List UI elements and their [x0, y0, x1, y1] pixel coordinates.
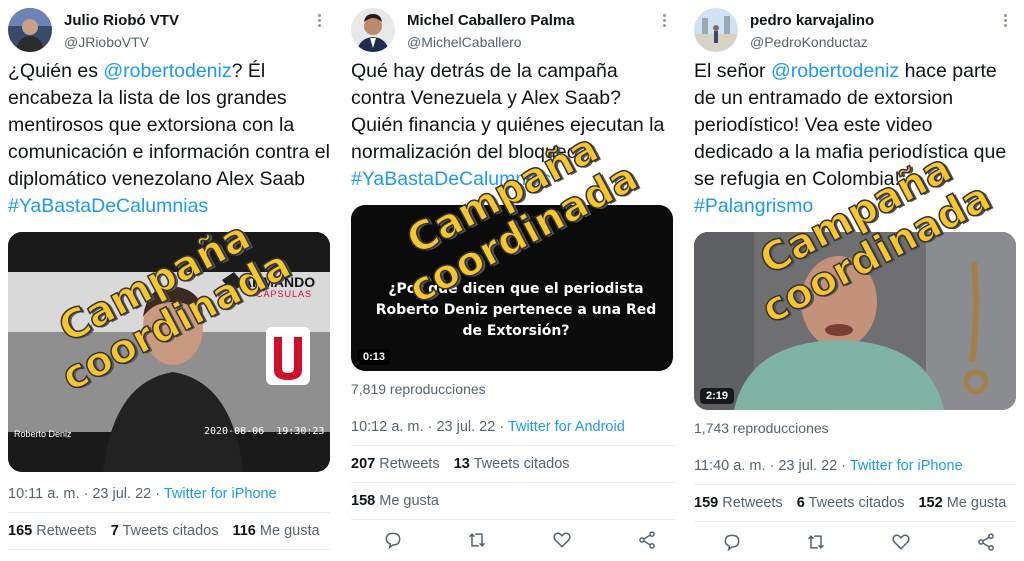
hashtag-link[interactable]: #YaBastaDeCalumnias — [351, 168, 551, 190]
tweet-card-2[interactable]: Michel Caballero Palma @MichelCaballero … — [343, 0, 683, 561]
author-handle[interactable]: @MichelCaballero — [407, 34, 522, 50]
panel-separator — [339, 0, 342, 561]
divider — [694, 484, 1016, 485]
retweet-count[interactable]: 165 — [8, 523, 32, 539]
video-caption-name: Roberto Deniz — [14, 429, 72, 439]
tweet-time[interactable]: 10:11 a. m. — [8, 486, 79, 502]
action-bar — [351, 530, 675, 554]
video-caption: ¿Por qué dicen que el periodista Roberto… — [375, 281, 657, 339]
tweet-header: pedro karvajalino @PedroKonductaz — [694, 8, 1016, 56]
retweet-count[interactable]: 207 — [351, 456, 375, 472]
action-bar — [694, 532, 1016, 556]
share-icon[interactable] — [976, 532, 996, 552]
hashtag-link[interactable]: #Palangrismo — [694, 195, 813, 217]
divider — [351, 519, 675, 520]
like-count[interactable]: 152 — [918, 495, 942, 511]
tweet-date[interactable]: 23 jul. 22 — [778, 458, 837, 474]
video-brand-sub: CÁPSULAS — [256, 289, 313, 299]
retweet-icon[interactable] — [467, 530, 487, 550]
tweet-text-part: ¿Quién es — [8, 60, 104, 82]
like-icon[interactable] — [552, 530, 572, 550]
tweet-date[interactable]: 23 jul. 22 — [436, 419, 495, 435]
more-options-icon[interactable] — [657, 12, 671, 30]
tweet-text: Qué hay detrás de la campaña contra Vene… — [351, 58, 675, 193]
divider — [694, 521, 1016, 522]
video-timestamp: 2020-08-06 19:30:23 — [204, 426, 325, 437]
like-label[interactable]: Me gusta — [947, 495, 1007, 511]
tweet-meta: 10:11 a. m. · 23 jul. 22 · Twitter for i… — [8, 486, 277, 502]
mention-link[interactable]: @robertodeniz — [771, 60, 899, 82]
author-name[interactable]: Michel Caballero Palma — [407, 12, 575, 29]
reply-icon[interactable] — [383, 530, 403, 550]
like-icon[interactable] — [891, 532, 911, 552]
quote-label[interactable]: Tweets citados — [123, 523, 219, 539]
tweet-time[interactable]: 11:40 a. m. — [694, 458, 765, 474]
divider — [8, 512, 330, 513]
tweet-card-3[interactable]: pedro karvajalino @PedroKonductaz El señ… — [686, 0, 1024, 561]
retweet-label[interactable]: Retweets — [36, 523, 96, 539]
tweet-stats-reposts: 207 Retweets 13 Tweets citados — [351, 456, 570, 472]
tweet-text: ¿Quién es @robertodeniz? Él encabeza la … — [8, 58, 330, 220]
tweet-meta: 11:40 a. m. · 23 jul. 22 · Twitter for i… — [694, 458, 963, 474]
like-label[interactable]: Me gusta — [379, 493, 439, 509]
video-player[interactable]: ¿Por qué dicen que el periodista Roberto… — [351, 205, 673, 371]
tweet-time[interactable]: 10:12 a. m. — [351, 419, 424, 435]
video-brand: ARMANDO — [242, 274, 316, 290]
tweet-source-link[interactable]: Twitter for Android — [508, 419, 625, 435]
avatar[interactable] — [694, 8, 738, 52]
tweet-header: Michel Caballero Palma @MichelCaballero — [351, 8, 675, 56]
avatar[interactable] — [8, 8, 52, 52]
tweet-text-part: El señor — [694, 60, 771, 82]
tweet-source-link[interactable]: Twitter for iPhone — [850, 458, 963, 474]
tweet-meta: 10:12 a. m. · 23 jul. 22 · Twitter for A… — [351, 419, 625, 435]
tweet-header: Julio Riobó VTV @JRioboVTV — [8, 8, 330, 56]
tweet-text: El señor @robertodeniz hace parte de un … — [694, 58, 1016, 220]
view-count: 7,819 reproducciones — [351, 381, 486, 397]
divider — [351, 482, 675, 483]
video-duration: 0:13 — [357, 349, 392, 365]
hashtag-link[interactable]: #YaBastaDeCalumnias — [8, 195, 208, 217]
video-player[interactable]: ARMANDO CÁPSULAS Roberto Deniz 2020-08-0… — [8, 232, 330, 472]
view-count: 1,743 reproducciones — [694, 420, 829, 436]
avatar[interactable] — [351, 8, 395, 52]
quote-label[interactable]: Tweets citados — [809, 495, 905, 511]
quote-count[interactable]: 7 — [111, 523, 119, 539]
quote-label[interactable]: Tweets citados — [474, 456, 570, 472]
more-options-icon[interactable] — [312, 12, 326, 30]
tweet-card-1[interactable]: Julio Riobó VTV @JRioboVTV ¿Quién es @ro… — [0, 0, 338, 561]
author-name[interactable]: pedro karvajalino — [750, 12, 874, 29]
author-handle[interactable]: @JRioboVTV — [64, 34, 149, 50]
like-count[interactable]: 158 — [351, 493, 375, 509]
tweet-stats-likes: 158 Me gusta — [351, 493, 439, 509]
tweet-date[interactable]: 23 jul. 22 — [92, 486, 151, 502]
like-label[interactable]: Me gusta — [260, 523, 320, 539]
video-duration: 2:19 — [700, 388, 735, 404]
mention-link[interactable]: @robertodeniz — [103, 60, 231, 82]
quote-count[interactable]: 13 — [454, 456, 470, 472]
retweet-label[interactable]: Retweets — [379, 456, 439, 472]
retweet-count[interactable]: 159 — [694, 495, 718, 511]
quote-count[interactable]: 6 — [797, 495, 805, 511]
author-name[interactable]: Julio Riobó VTV — [64, 12, 179, 29]
tweet-stats: 165 Retweets 7 Tweets citados 116 Me gusta — [8, 523, 320, 539]
divider — [8, 549, 330, 550]
author-handle[interactable]: @PedroKonductaz — [750, 34, 868, 50]
more-options-icon[interactable] — [998, 12, 1012, 30]
tweet-stats: 159 Retweets 6 Tweets citados 152 Me gusta — [694, 495, 1006, 511]
like-count[interactable]: 116 — [232, 523, 255, 539]
retweet-label[interactable]: Retweets — [722, 495, 782, 511]
tweet-text-part: Qué hay detrás de la campaña contra Vene… — [351, 60, 665, 163]
video-player[interactable]: 2:19 — [694, 232, 1016, 410]
share-icon[interactable] — [637, 530, 657, 550]
tweet-source-link[interactable]: Twitter for iPhone — [164, 486, 277, 502]
video-frame — [694, 232, 1016, 410]
reply-icon[interactable] — [722, 532, 742, 552]
retweet-icon[interactable] — [806, 532, 826, 552]
divider — [351, 445, 675, 446]
